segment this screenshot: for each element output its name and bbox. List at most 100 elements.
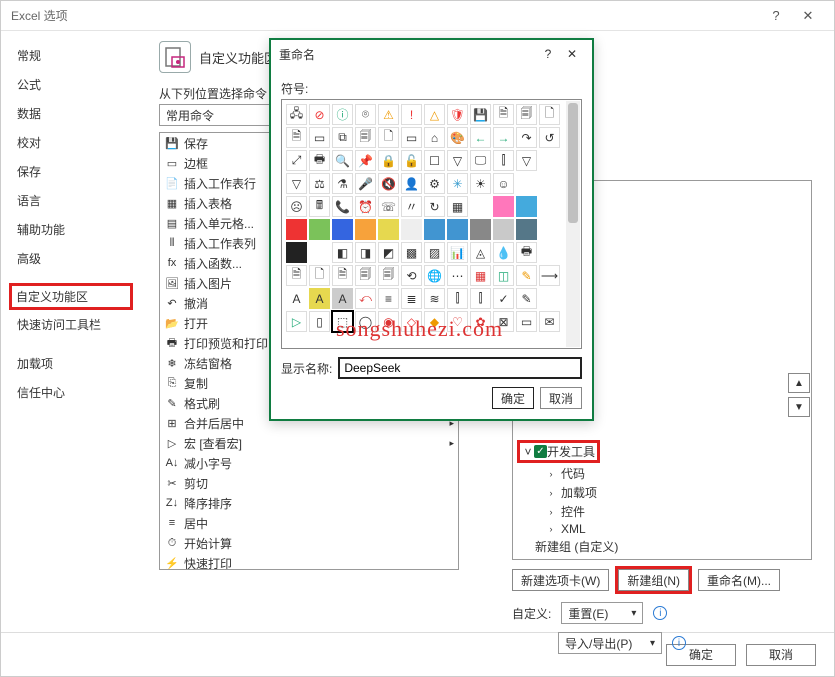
symbol-cell[interactable]: 📌 bbox=[355, 150, 376, 171]
command-item[interactable]: A↓减小字号 bbox=[160, 453, 458, 473]
command-item[interactable]: ▷宏 [查看宏] ▸ bbox=[160, 433, 458, 453]
symbol-cell[interactable] bbox=[516, 219, 537, 240]
symbol-cell[interactable] bbox=[286, 219, 307, 240]
symbol-cell[interactable]: ☐ bbox=[424, 150, 445, 171]
symbol-cell[interactable] bbox=[470, 219, 491, 240]
symbol-cell[interactable]: ⧉ bbox=[332, 127, 353, 148]
symbol-cell[interactable]: 🗐 bbox=[378, 265, 399, 286]
symbol-cell[interactable]: 🗋 bbox=[539, 104, 560, 125]
symbol-cell[interactable]: ▽ bbox=[447, 150, 468, 171]
symbol-cell[interactable]: 〃 bbox=[401, 196, 422, 217]
sidebar-item-7[interactable]: 高级 bbox=[9, 244, 133, 273]
symbol-cell[interactable]: ⟲ bbox=[401, 265, 422, 286]
sidebar-item-4[interactable]: 保存 bbox=[9, 157, 133, 186]
symbol-cell[interactable]: → bbox=[493, 127, 514, 148]
symbol-cell[interactable] bbox=[286, 242, 307, 263]
symbol-cell[interactable]: 🗋 bbox=[309, 265, 330, 286]
tree-node-new-group[interactable]: 新建组 (自定义) bbox=[517, 537, 807, 556]
tree-node-child[interactable]: ›代码 bbox=[517, 464, 807, 483]
symbol-cell[interactable]: 🖶 bbox=[309, 150, 330, 171]
rename-button[interactable]: 重命名(M)... bbox=[698, 569, 780, 591]
symbol-cell[interactable] bbox=[493, 219, 514, 240]
command-item[interactable]: ⚡快速打印 bbox=[160, 553, 458, 570]
symbol-cell[interactable]: ◧ bbox=[332, 242, 353, 263]
command-item[interactable]: ✂剪切 bbox=[160, 473, 458, 493]
symbol-cell[interactable]: ⚖ bbox=[309, 173, 330, 194]
move-down-button[interactable]: ▼ bbox=[788, 397, 810, 417]
sidebar-item-6[interactable]: 辅助功能 bbox=[9, 215, 133, 244]
symbol-cell[interactable]: 🔓 bbox=[401, 150, 422, 171]
import-export-combo[interactable]: 导入/导出(P)▾ bbox=[558, 632, 662, 654]
symbol-cell[interactable]: ↻ bbox=[424, 196, 445, 217]
symbol-cell[interactable]: 🗐 bbox=[355, 265, 376, 286]
symbol-cell[interactable]: 🖵 bbox=[470, 150, 491, 171]
symbol-cell[interactable]: ▩ bbox=[401, 242, 422, 263]
sidebar-item-3[interactable]: 校对 bbox=[9, 128, 133, 157]
rename-ok-button[interactable]: 确定 bbox=[492, 387, 534, 409]
symbol-cell[interactable]: ≣ bbox=[401, 288, 422, 309]
symbol-cell[interactable]: ✳ bbox=[447, 173, 468, 194]
symbol-cell[interactable]: 📞 bbox=[332, 196, 353, 217]
symbol-cell[interactable]: 🗋 bbox=[378, 127, 399, 148]
sidebar-item-2[interactable]: 数据 bbox=[9, 99, 133, 128]
symbol-cell[interactable] bbox=[470, 196, 491, 217]
symbol-cell[interactable]: 🗎 bbox=[286, 127, 307, 148]
symbol-cell[interactable]: ✉ bbox=[539, 311, 560, 332]
symbol-cell[interactable]: 🎨 bbox=[447, 127, 468, 148]
symbol-cell[interactable] bbox=[309, 219, 330, 240]
symbol-cell[interactable] bbox=[332, 219, 353, 240]
symbol-cell[interactable]: ▦ bbox=[470, 265, 491, 286]
symbol-cell[interactable]: ☹ bbox=[286, 196, 307, 217]
symbol-cell[interactable]: ◇ bbox=[401, 311, 422, 332]
symbol-cell[interactable]: ◨ bbox=[355, 242, 376, 263]
symbol-cell[interactable]: 🛡 bbox=[447, 104, 468, 125]
symbol-cell[interactable]: ▽ bbox=[286, 173, 307, 194]
symbol-cell[interactable]: ▭ bbox=[516, 311, 537, 332]
symbol-cell[interactable]: ! bbox=[401, 104, 422, 125]
new-tab-button[interactable]: 新建选项卡(W) bbox=[512, 569, 609, 591]
symbol-cell[interactable]: ☺ bbox=[493, 173, 514, 194]
symbol-cell[interactable]: ☏ bbox=[378, 196, 399, 217]
symbol-cell[interactable]: A bbox=[332, 288, 353, 309]
symbol-cell[interactable] bbox=[378, 219, 399, 240]
symbol-cell[interactable]: ↷ bbox=[516, 127, 537, 148]
symbol-cell[interactable]: 🎤 bbox=[355, 173, 376, 194]
symbol-cell[interactable]: ⫿ bbox=[447, 288, 468, 309]
symbol-cell[interactable]: ⌾ bbox=[355, 104, 376, 125]
symbol-cell[interactable]: ✎ bbox=[516, 288, 537, 309]
symbol-cell[interactable] bbox=[309, 242, 330, 263]
symbol-cell[interactable]: A bbox=[286, 288, 307, 309]
symbol-cell[interactable]: ≡ bbox=[378, 288, 399, 309]
symbol-cell[interactable]: ◉ bbox=[378, 311, 399, 332]
symbol-cell[interactable]: ↺ bbox=[539, 127, 560, 148]
tree-node-child[interactable]: ›加载项 bbox=[517, 483, 807, 502]
symbol-cell[interactable]: ⋯ bbox=[447, 265, 468, 286]
symbol-cell[interactable]: 📊 bbox=[447, 242, 468, 263]
command-item[interactable]: ⏱开始计算 bbox=[160, 533, 458, 553]
symbol-scrollbar[interactable] bbox=[566, 101, 580, 347]
symbol-cell[interactable]: ▭ bbox=[401, 127, 422, 148]
sidebar-item-9[interactable]: 快速访问工具栏 bbox=[9, 310, 133, 339]
new-group-button[interactable]: 新建组(N) bbox=[618, 569, 689, 591]
symbol-cell[interactable]: ▭ bbox=[309, 127, 330, 148]
symbol-cell[interactable]: 🖧 bbox=[286, 104, 307, 125]
symbol-cell[interactable]: ☀ bbox=[470, 173, 491, 194]
info-icon[interactable]: i bbox=[672, 636, 686, 650]
symbol-cell[interactable]: 🔇 bbox=[378, 173, 399, 194]
symbol-cell[interactable]: ⤢ bbox=[286, 150, 307, 171]
sidebar-item-0[interactable]: 常规 bbox=[9, 41, 133, 70]
symbol-cell[interactable]: 💾 bbox=[470, 104, 491, 125]
symbol-cell[interactable]: ⚠ bbox=[378, 104, 399, 125]
tree-node-child[interactable]: ›XML bbox=[517, 521, 807, 537]
help-button[interactable]: ? bbox=[760, 1, 792, 31]
command-item[interactable]: ≡居中 bbox=[160, 513, 458, 533]
symbol-cell[interactable]: ← bbox=[470, 127, 491, 148]
tree-node-child[interactable]: ›控件 bbox=[517, 502, 807, 521]
symbol-cell[interactable]: 🗎 bbox=[493, 104, 514, 125]
symbol-cell[interactable]: ▽ bbox=[516, 150, 537, 171]
symbol-cell[interactable]: ⚗ bbox=[332, 173, 353, 194]
symbol-cell[interactable]: ⬚ bbox=[332, 311, 353, 332]
display-name-input[interactable] bbox=[338, 357, 582, 379]
symbol-cell[interactable]: A bbox=[309, 288, 330, 309]
symbol-cell[interactable]: ▨ bbox=[424, 242, 445, 263]
